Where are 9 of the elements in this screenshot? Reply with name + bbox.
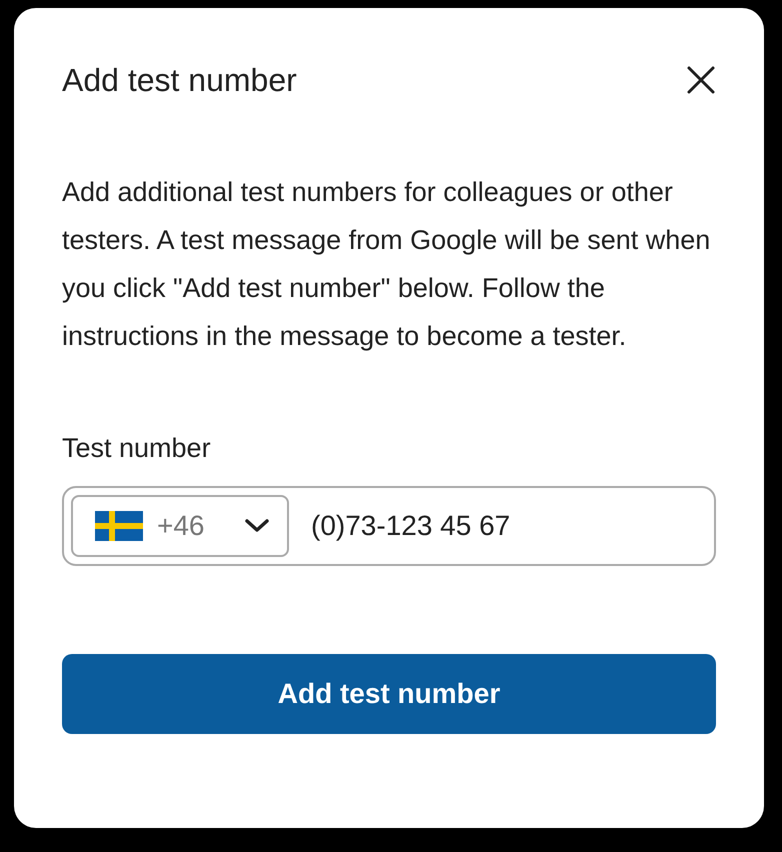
- field-label: Test number: [62, 432, 212, 465]
- dialog-title: Add test number: [62, 61, 297, 100]
- close-icon: [686, 65, 716, 95]
- country-select[interactable]: +46: [71, 495, 289, 557]
- add-test-number-button[interactable]: Add test number: [62, 654, 716, 734]
- phone-field[interactable]: +46 (0)73-123 45 67: [62, 486, 716, 566]
- description-text: Add additional test numbers for colleagues or other testers. A test message from Google will be sent when you click "Add test number" below. Follow the instructions in the message to become a tester.: [62, 176, 712, 353]
- flag-icon: [95, 511, 143, 541]
- chevron-down-icon: [245, 519, 269, 533]
